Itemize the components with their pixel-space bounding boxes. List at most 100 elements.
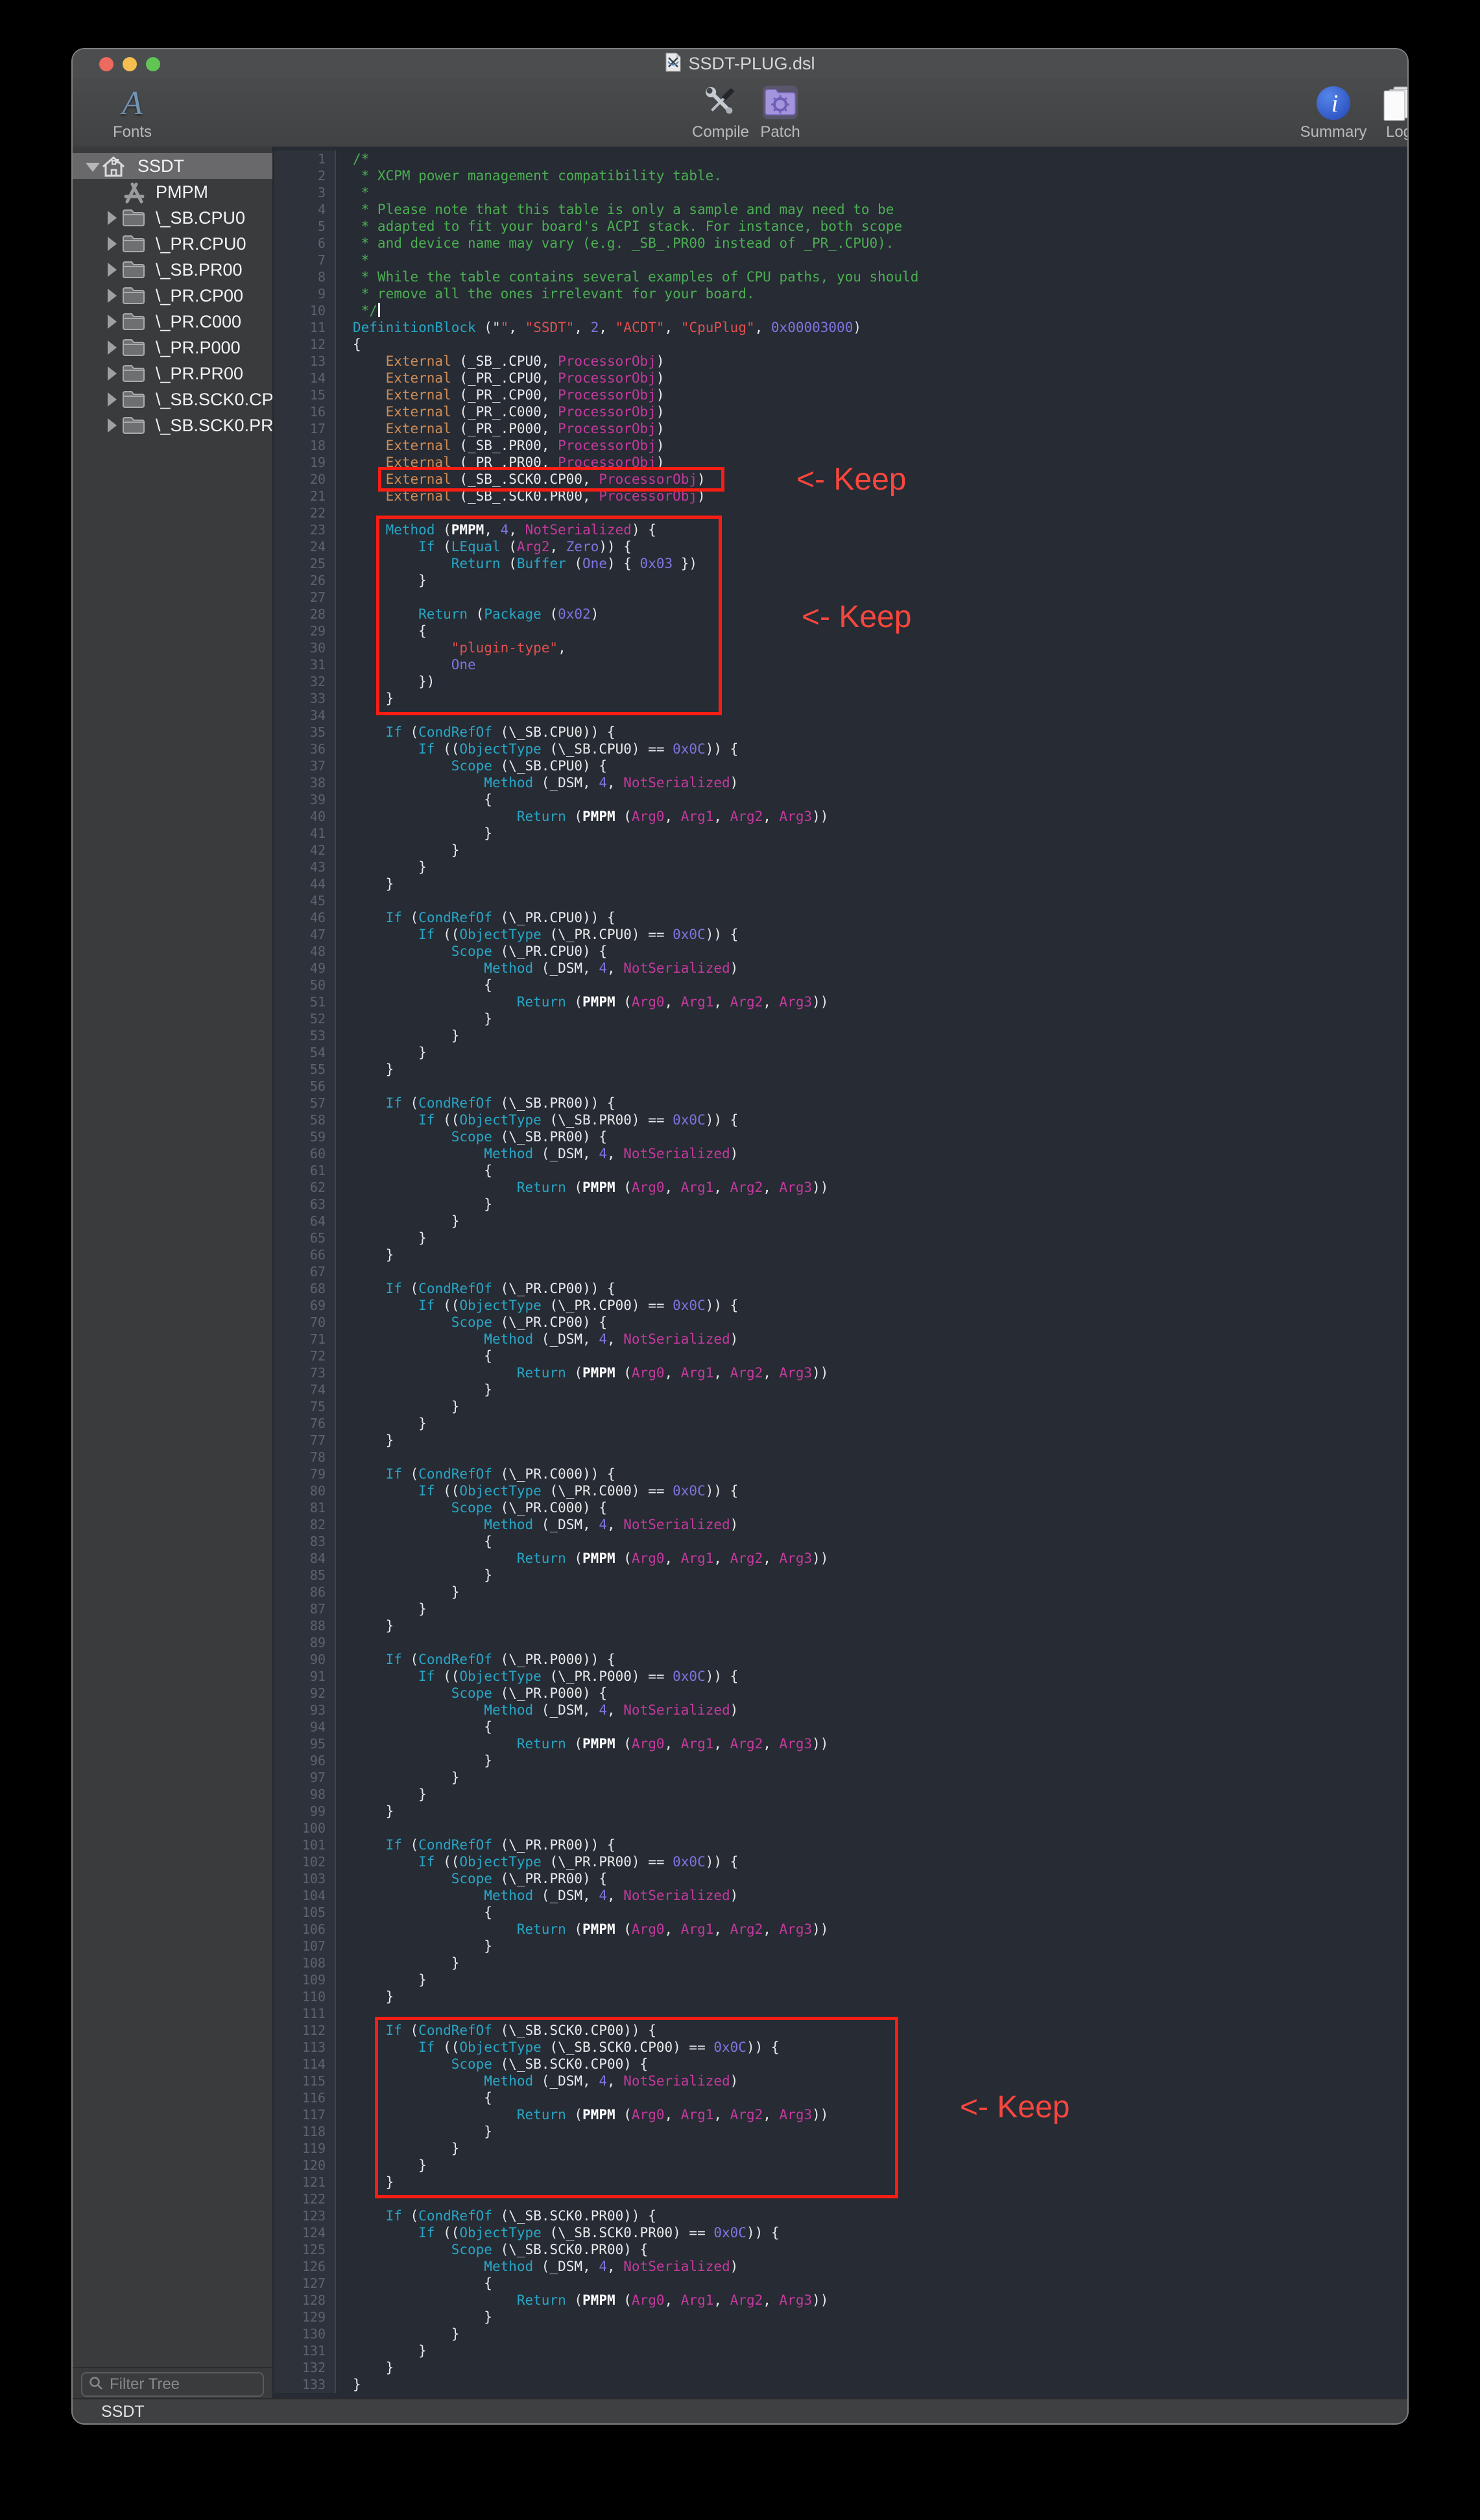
code-line[interactable]: 73 Return (PMPM (Arg0, Arg1, Arg2, Arg3)… <box>274 1364 1407 1381</box>
sidebar-item[interactable]: \_SB.SCK0.CP… <box>73 386 272 412</box>
code-line[interactable]: 33 } <box>274 690 1407 707</box>
code-line[interactable]: 10 */ <box>274 302 1407 319</box>
disclosure-collapsed-icon[interactable] <box>108 366 117 381</box>
code-line[interactable]: 59 Scope (\_SB.PR00) { <box>274 1128 1407 1145</box>
code-line[interactable]: 89 <box>274 1634 1407 1651</box>
code-line[interactable]: 97 } <box>274 1769 1407 1786</box>
disclosure-collapsed-icon[interactable] <box>108 211 117 225</box>
code-line[interactable]: 69 If ((ObjectType (\_PR.CP00) == 0x0C))… <box>274 1297 1407 1314</box>
code-line[interactable]: 106 Return (PMPM (Arg0, Arg1, Arg2, Arg3… <box>274 1921 1407 1938</box>
disclosure-expanded-icon[interactable] <box>86 163 100 172</box>
code-line[interactable]: 116 { <box>274 2089 1407 2106</box>
code-line[interactable]: 57 If (CondRefOf (\_SB.PR00)) { <box>274 1095 1407 1111</box>
code-line[interactable]: 30 "plugin-type", <box>274 639 1407 656</box>
code-line[interactable]: 79 If (CondRefOf (\_PR.C000)) { <box>274 1466 1407 1482</box>
code-line[interactable]: 37 Scope (\_SB.CPU0) { <box>274 757 1407 774</box>
code-line[interactable]: 114 Scope (\_SB.SCK0.CP00) { <box>274 2056 1407 2073</box>
code-line[interactable]: 13 External (_SB_.CPU0, ProcessorObj) <box>274 353 1407 370</box>
code-line[interactable]: 124 If ((ObjectType (\_SB.SCK0.PR00) == … <box>274 2224 1407 2241</box>
disclosure-collapsed-icon[interactable] <box>108 340 117 355</box>
code-line[interactable]: 82 Method (_DSM, 4, NotSerialized) <box>274 1516 1407 1533</box>
code-line[interactable]: 76 } <box>274 1415 1407 1432</box>
code-line[interactable]: 21 External (_SB_.SCK0.PR00, ProcessorOb… <box>274 488 1407 505</box>
code-line[interactable]: 15 External (_PR_.CP00, ProcessorObj) <box>274 386 1407 403</box>
code-line[interactable]: 36 If ((ObjectType (\_SB.CPU0) == 0x0C))… <box>274 741 1407 757</box>
sidebar-item[interactable]: \_PR.PR00 <box>73 361 272 386</box>
code-line[interactable]: 109 } <box>274 1971 1407 1988</box>
disclosure-collapsed-icon[interactable] <box>108 237 117 251</box>
code-line[interactable]: 68 If (CondRefOf (\_PR.CP00)) { <box>274 1280 1407 1297</box>
code-line[interactable]: 92 Scope (\_PR.P000) { <box>274 1685 1407 1702</box>
code-line[interactable]: 6 * and device name may vary (e.g. _SB_.… <box>274 235 1407 252</box>
code-line[interactable]: 112 If (CondRefOf (\_SB.SCK0.CP00)) { <box>274 2022 1407 2039</box>
code-line[interactable]: 113 If ((ObjectType (\_SB.SCK0.CP00) == … <box>274 2039 1407 2056</box>
code-line[interactable]: 8 * While the table contains several exa… <box>274 268 1407 285</box>
code-line[interactable]: 120 } <box>274 2157 1407 2174</box>
log-button[interactable]: Log <box>1354 83 1407 141</box>
code-line[interactable]: 11DefinitionBlock ("", "SSDT", 2, "ACDT"… <box>274 319 1407 336</box>
code-line[interactable]: 18 External (_SB_.PR00, ProcessorObj) <box>274 437 1407 454</box>
code-line[interactable]: 65 } <box>274 1230 1407 1246</box>
code-line[interactable]: 128 Return (PMPM (Arg0, Arg1, Arg2, Arg3… <box>274 2292 1407 2309</box>
code-line[interactable]: 83 { <box>274 1533 1407 1550</box>
code-line[interactable]: 45 <box>274 892 1407 909</box>
code-line[interactable]: 46 If (CondRefOf (\_PR.CPU0)) { <box>274 909 1407 926</box>
code-line[interactable]: 105 { <box>274 1904 1407 1921</box>
disclosure-collapsed-icon[interactable] <box>108 289 117 303</box>
code-line[interactable]: 126 Method (_DSM, 4, NotSerialized) <box>274 2258 1407 2275</box>
code-line[interactable]: 118 } <box>274 2123 1407 2140</box>
code-line[interactable]: 48 Scope (\_PR.CPU0) { <box>274 943 1407 960</box>
code-line[interactable]: 20 External (_SB_.SCK0.CP00, ProcessorOb… <box>274 471 1407 488</box>
code-line[interactable]: 111 <box>274 2005 1407 2022</box>
patch-button[interactable]: Patch <box>735 83 826 141</box>
code-line[interactable]: 87 } <box>274 1600 1407 1617</box>
code-line[interactable]: 63 } <box>274 1196 1407 1213</box>
code-line[interactable]: 122 <box>274 2191 1407 2207</box>
code-line[interactable]: 26 } <box>274 572 1407 589</box>
code-line[interactable]: 123 If (CondRefOf (\_SB.SCK0.PR00)) { <box>274 2207 1407 2224</box>
code-line[interactable]: 58 If ((ObjectType (\_SB.PR00) == 0x0C))… <box>274 1111 1407 1128</box>
code-line[interactable]: 100 <box>274 1820 1407 1837</box>
title-bar[interactable]: SSDT-PLUG.dsl <box>73 49 1407 78</box>
code-line[interactable]: 90 If (CondRefOf (\_PR.P000)) { <box>274 1651 1407 1668</box>
filter-tree-input[interactable] <box>108 2375 241 2394</box>
sidebar-item-ssdt-root[interactable]: SSDT <box>73 153 272 179</box>
code-line[interactable]: 104 Method (_DSM, 4, NotSerialized) <box>274 1887 1407 1904</box>
code-line[interactable]: 42 } <box>274 842 1407 859</box>
code-line[interactable]: 29 { <box>274 623 1407 639</box>
print-button[interactable]: Print <box>1406 83 1407 141</box>
code-line[interactable]: 34 <box>274 707 1407 724</box>
code-line[interactable]: 4 * Please note that this table is only … <box>274 201 1407 218</box>
code-line[interactable]: 14 External (_PR_.CPU0, ProcessorObj) <box>274 370 1407 386</box>
code-line[interactable]: 9 * remove all the ones irrelevant for y… <box>274 285 1407 302</box>
disclosure-collapsed-icon[interactable] <box>108 315 117 329</box>
code-line[interactable]: 41 } <box>274 825 1407 842</box>
code-line[interactable]: 1/* <box>274 150 1407 167</box>
code-line[interactable]: 2 * XCPM power management compatibility … <box>274 167 1407 184</box>
code-line[interactable]: 66 } <box>274 1246 1407 1263</box>
code-line[interactable]: 108 } <box>274 1955 1407 1971</box>
code-line[interactable]: 88 } <box>274 1617 1407 1634</box>
code-line[interactable]: 27 <box>274 589 1407 606</box>
code-line[interactable]: 24 If (LEqual (Arg2, Zero)) { <box>274 538 1407 555</box>
code-line[interactable]: 17 External (_PR_.P000, ProcessorObj) <box>274 420 1407 437</box>
code-line[interactable]: 96 } <box>274 1752 1407 1769</box>
code-line[interactable]: 71 Method (_DSM, 4, NotSerialized) <box>274 1331 1407 1348</box>
code-line[interactable]: 56 <box>274 1078 1407 1095</box>
code-line[interactable]: 132 } <box>274 2359 1407 2376</box>
code-line[interactable]: 129 } <box>274 2309 1407 2325</box>
code-line[interactable]: 60 Method (_DSM, 4, NotSerialized) <box>274 1145 1407 1162</box>
code-line[interactable]: 130 } <box>274 2325 1407 2342</box>
code-line[interactable]: 55 } <box>274 1061 1407 1078</box>
code-line[interactable]: 91 If ((ObjectType (\_PR.P000) == 0x0C))… <box>274 1668 1407 1685</box>
code-line[interactable]: 31 One <box>274 656 1407 673</box>
code-line[interactable]: 7 * <box>274 252 1407 268</box>
sidebar-item[interactable]: \_SB.SCK0.PR… <box>73 412 272 438</box>
disclosure-collapsed-icon[interactable] <box>108 392 117 407</box>
sidebar-item[interactable]: PMPM <box>73 179 272 205</box>
code-line[interactable]: 85 } <box>274 1567 1407 1584</box>
code-line[interactable]: 61 { <box>274 1162 1407 1179</box>
code-line[interactable]: 12{ <box>274 336 1407 353</box>
code-line[interactable]: 53 } <box>274 1027 1407 1044</box>
code-line[interactable]: 50 { <box>274 977 1407 993</box>
